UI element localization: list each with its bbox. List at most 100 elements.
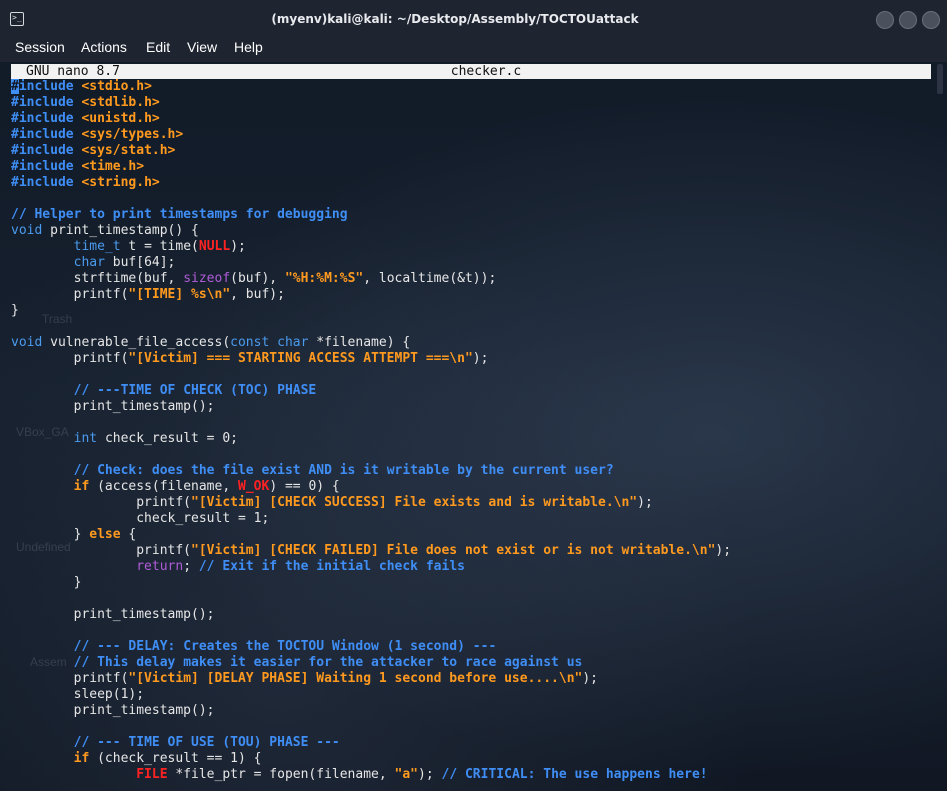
code-token: printf( (11, 671, 129, 686)
code-token: #include (11, 95, 74, 110)
code-token: FILE (136, 767, 168, 782)
menu-help[interactable]: Help (234, 39, 263, 55)
code-line[interactable]: // --- TIME OF USE (TOU) PHASE --- (11, 735, 931, 751)
menu-view[interactable]: View (187, 39, 217, 55)
code-line[interactable]: printf("[Victim] === STARTING ACCESS ATT… (11, 351, 931, 367)
menu-session[interactable]: Session (15, 39, 65, 55)
code-token: void (11, 335, 51, 350)
code-token: "[Victim] [DELAY PHASE] Waiting 1 second… (128, 671, 583, 686)
code-token: time_t (73, 239, 129, 254)
code-token: #include (11, 111, 74, 126)
code-token: vulnerable_file_access( (50, 335, 231, 350)
code-line[interactable]: printf("[TIME] %s\n", buf); (11, 287, 931, 303)
code-token: <stdlib.h> (73, 95, 160, 110)
code-line[interactable]: } (11, 575, 931, 591)
code-token: print_timestamp(); (11, 703, 215, 718)
code-line[interactable]: print_timestamp(); (11, 399, 931, 415)
code-token: <sys/stat.h> (73, 143, 176, 158)
code-line[interactable]: // ---TIME OF CHECK (TOC) PHASE (11, 383, 931, 399)
code-token: #include (11, 79, 74, 94)
minimize-button[interactable] (876, 11, 894, 29)
code-token: { (120, 527, 137, 542)
close-button[interactable] (922, 11, 940, 29)
code-token: NULL (198, 239, 231, 254)
text-cursor: # (11, 79, 19, 94)
code-token: "[Victim] === STARTING ACCESS ATTEMPT ==… (128, 351, 473, 366)
code-token: *filename) { (316, 335, 411, 350)
code-line[interactable]: printf("[Victim] [DELAY PHASE] Waiting 1… (11, 671, 931, 687)
code-token: "[TIME] %s\n" (128, 287, 231, 302)
code-line[interactable]: #include <string.h> (11, 175, 931, 191)
code-line[interactable]: return; // Exit if the initial check fai… (11, 559, 931, 575)
code-token: strftime(buf, (11, 271, 184, 286)
code-line[interactable]: if (check_result == 1) { (11, 751, 931, 767)
code-line[interactable] (11, 447, 931, 463)
code-line[interactable] (11, 367, 931, 383)
code-token: // --- DELAY: Creates the TOCTOU Window … (73, 639, 497, 654)
code-line[interactable]: #include <sys/stat.h> (11, 143, 931, 159)
nano-title-bar: GNU nano 8.7 checker.c (11, 64, 931, 79)
code-line[interactable]: if (access(filename, W_OK) == 0) { (11, 479, 931, 495)
code-token: void (11, 223, 51, 238)
code-line[interactable]: #include <sys/types.h> (11, 127, 931, 143)
code-line[interactable] (11, 191, 931, 207)
scrollbar[interactable] (937, 64, 943, 791)
code-line[interactable]: // Check: does the file exist AND is it … (11, 463, 931, 479)
menu-bar: Session Actions Edit View Help (0, 38, 947, 62)
code-line[interactable]: #include <stdio.h> (11, 79, 931, 95)
code-line[interactable] (11, 415, 931, 431)
code-line[interactable]: } else { (11, 527, 931, 543)
scrollbar-thumb[interactable] (937, 64, 943, 94)
menu-edit[interactable]: Edit (146, 39, 170, 55)
code-editor[interactable]: #include <stdio.h> #include <stdlib.h> #in… (11, 79, 931, 783)
code-line[interactable]: void print_timestamp() { (11, 223, 931, 239)
code-token: <sys/types.h> (73, 127, 184, 142)
code-token: #include (11, 143, 74, 158)
code-line[interactable]: // --- DELAY: Creates the TOCTOU Window … (11, 639, 931, 655)
code-line[interactable]: print_timestamp(); (11, 703, 931, 719)
code-token: <time.h> (73, 159, 145, 174)
code-line[interactable]: FILE *file_ptr = fopen(filename, "a"); /… (11, 767, 931, 783)
code-token: , buf); (230, 287, 285, 302)
code-token: sizeof (183, 271, 231, 286)
window-titlebar[interactable]: >_ (myenv)kali@kali: ~/Desktop/Assembly/… (0, 0, 947, 38)
maximize-button[interactable] (899, 11, 917, 29)
code-line[interactable] (11, 719, 931, 735)
code-token: ; (183, 559, 199, 574)
code-line[interactable]: printf("[Victim] [CHECK FAILED] File doe… (11, 543, 931, 559)
code-token: ); (418, 767, 442, 782)
code-token: print_timestamp() { (50, 223, 199, 238)
code-line[interactable]: int check_result = 0; (11, 431, 931, 447)
code-line[interactable]: printf("[Victim] [CHECK SUCCESS] File ex… (11, 495, 931, 511)
code-line[interactable]: strftime(buf, sizeof(buf), "%H:%M:%S", l… (11, 271, 931, 287)
code-token: print_timestamp(); (11, 607, 215, 622)
code-line[interactable]: print_timestamp(); (11, 607, 931, 623)
code-line[interactable]: check_result = 1; (11, 511, 931, 527)
code-token: printf( (11, 495, 192, 510)
code-line[interactable]: #include <time.h> (11, 159, 931, 175)
code-line[interactable]: } (11, 303, 931, 319)
code-line[interactable] (11, 623, 931, 639)
code-line[interactable] (11, 591, 931, 607)
code-line[interactable] (11, 319, 931, 335)
code-token: <stdio.h> (73, 79, 152, 94)
code-line[interactable]: time_t t = time(NULL); (11, 239, 931, 255)
code-line[interactable]: // This delay makes it easier for the at… (11, 655, 931, 671)
code-line[interactable]: void vulnerable_file_access(const char *… (11, 335, 931, 351)
code-token: // CRITICAL: The use happens here! (441, 767, 708, 782)
code-line[interactable]: #include <stdlib.h> (11, 95, 931, 111)
code-line[interactable]: #include <unistd.h> (11, 111, 931, 127)
code-line[interactable]: sleep(1); (11, 687, 931, 703)
code-line[interactable]: // Helper to print timestamps for debugg… (11, 207, 931, 223)
code-line[interactable]: char buf[64]; (11, 255, 931, 271)
code-token: if (73, 479, 90, 494)
menu-actions[interactable]: Actions (81, 39, 127, 55)
code-token: "[Victim] [CHECK FAILED] File does not e… (191, 543, 716, 558)
